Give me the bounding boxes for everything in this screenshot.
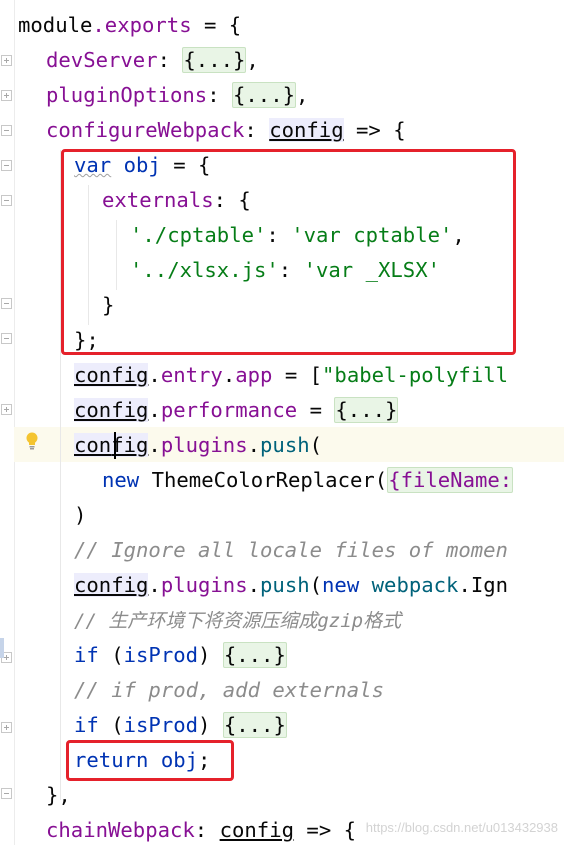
code-line: module.exports = { bbox=[0, 8, 241, 43]
code-line: pluginOptions: {...}, bbox=[0, 78, 308, 113]
push-method: push bbox=[260, 433, 310, 457]
comment: // Ignore all locale files of momen bbox=[74, 538, 508, 562]
config-param-start: con bbox=[74, 433, 112, 457]
plugins-property: plugins bbox=[160, 573, 248, 597]
code-line: // if prod, add externals bbox=[0, 673, 384, 708]
code-line: }; bbox=[0, 323, 99, 358]
config-param: config bbox=[269, 118, 344, 142]
dot-token: . bbox=[247, 433, 261, 457]
text-caret bbox=[114, 432, 116, 459]
new-keyword: new bbox=[102, 468, 140, 492]
ignore-plugin-fragment: .Ign bbox=[458, 573, 509, 597]
code-line: // 生产环境下将资源压缩成gzip格式 bbox=[0, 603, 401, 638]
colon-token: : bbox=[194, 818, 220, 842]
folded-block[interactable]: {...} bbox=[334, 397, 399, 423]
new-keyword: new bbox=[322, 573, 360, 597]
plugins-property: plugins bbox=[160, 433, 248, 457]
colon-token: : bbox=[157, 48, 183, 72]
if-keyword: if bbox=[74, 713, 99, 737]
folded-block[interactable]: {...} bbox=[182, 47, 247, 73]
folded-object[interactable]: {fileName: bbox=[387, 467, 514, 493]
config-param: config bbox=[219, 818, 295, 842]
push-method: push bbox=[260, 573, 310, 597]
babel-polyfill-string: "babel-polyfill bbox=[322, 363, 509, 387]
performance-property: performance bbox=[160, 398, 298, 422]
close-brace: }, bbox=[46, 783, 71, 807]
code-line: chainWebpack: config => { bbox=[0, 813, 356, 845]
webpack-identifier: webpack bbox=[371, 573, 459, 597]
highlight-box-return bbox=[66, 740, 234, 781]
code-line: } bbox=[0, 288, 114, 323]
assign-token: = { bbox=[191, 13, 242, 37]
app-property: app bbox=[235, 363, 273, 387]
code-line: // Ignore all locale files of momen bbox=[0, 533, 508, 568]
code-line: if (isProd) {...} bbox=[0, 708, 287, 743]
code-editor[interactable]: module.exports = { devServer: {...}, plu… bbox=[0, 0, 564, 845]
code-line: }, bbox=[0, 778, 71, 813]
code-line: ) bbox=[0, 498, 86, 533]
code-line: config.plugins.push(new webpack.Ign bbox=[0, 568, 508, 603]
highlight-box-obj-declaration bbox=[61, 149, 516, 355]
folded-block[interactable]: {...} bbox=[232, 82, 296, 108]
paren-token: ) bbox=[198, 643, 223, 667]
colon-token: : bbox=[244, 118, 270, 142]
code-line: return obj; bbox=[0, 743, 210, 778]
code-line: new ThemeColorReplacer({fileName: bbox=[0, 463, 514, 498]
themecolorreplacer-call: ThemeColorReplacer( bbox=[139, 468, 388, 492]
configurewebpack-key: configureWebpack bbox=[46, 118, 245, 142]
comment: // 生产环境下将资源压缩成gzip格式 bbox=[74, 610, 402, 632]
assign-token: = bbox=[297, 398, 335, 422]
dot-token: . bbox=[148, 433, 161, 457]
code-line: var obj = { bbox=[0, 148, 210, 183]
chainwebpack-key: chainWebpack bbox=[46, 818, 195, 842]
config-param: config bbox=[74, 363, 149, 387]
arrow-token: => { bbox=[294, 818, 357, 842]
config-param: config bbox=[74, 398, 149, 422]
close-paren: ) bbox=[74, 503, 87, 527]
pluginoptions-key: pluginOptions bbox=[46, 83, 208, 107]
code-line: './cptable': 'var cptable', bbox=[0, 218, 465, 253]
paren-token: ( bbox=[309, 433, 323, 457]
code-line: if (isProd) {...} bbox=[0, 638, 287, 673]
assign-token: = [ bbox=[272, 363, 323, 387]
paren-token: ( bbox=[309, 573, 323, 597]
code-line: config.performance = {...} bbox=[0, 393, 399, 428]
config-param-end: fig bbox=[111, 433, 149, 457]
if-keyword: if bbox=[74, 643, 99, 667]
isprod-variable: isProd bbox=[123, 643, 199, 667]
code-line: devServer: {...}, bbox=[0, 43, 259, 78]
comment: // if prod, add externals bbox=[74, 678, 384, 702]
entry-property: entry bbox=[160, 363, 223, 387]
code-line: externals: { bbox=[0, 183, 251, 218]
colon-token: : bbox=[207, 83, 232, 107]
watermark: https://blog.csdn.net/u013432938 bbox=[365, 820, 558, 835]
paren-token: ( bbox=[98, 713, 124, 737]
exports-token: .exports bbox=[92, 13, 192, 37]
code-line: configureWebpack: config => { bbox=[0, 113, 406, 148]
comma-token: , bbox=[246, 48, 259, 72]
code-line: config.entry.app = ["babel-polyfill bbox=[0, 358, 508, 393]
comma-token: , bbox=[296, 83, 309, 107]
dot-token: . bbox=[148, 398, 161, 422]
devserver-key: devServer bbox=[46, 48, 158, 72]
config-param: config bbox=[74, 573, 149, 597]
folded-block[interactable]: {...} bbox=[222, 642, 287, 668]
paren-token: ( bbox=[98, 643, 124, 667]
code-line: '../xlsx.js': 'var _XLSX' bbox=[0, 253, 440, 288]
dot-token: . bbox=[148, 363, 161, 387]
dot-token: . bbox=[148, 573, 161, 597]
module-token: module bbox=[18, 13, 93, 37]
isprod-variable: isProd bbox=[123, 713, 199, 737]
code-line: config.plugins.push( bbox=[0, 428, 322, 463]
folded-block[interactable]: {...} bbox=[222, 712, 287, 738]
arrow-token: => { bbox=[343, 118, 406, 142]
paren-token: ) bbox=[198, 713, 223, 737]
dot-token: . bbox=[247, 573, 261, 597]
dot-token: . bbox=[222, 363, 236, 387]
